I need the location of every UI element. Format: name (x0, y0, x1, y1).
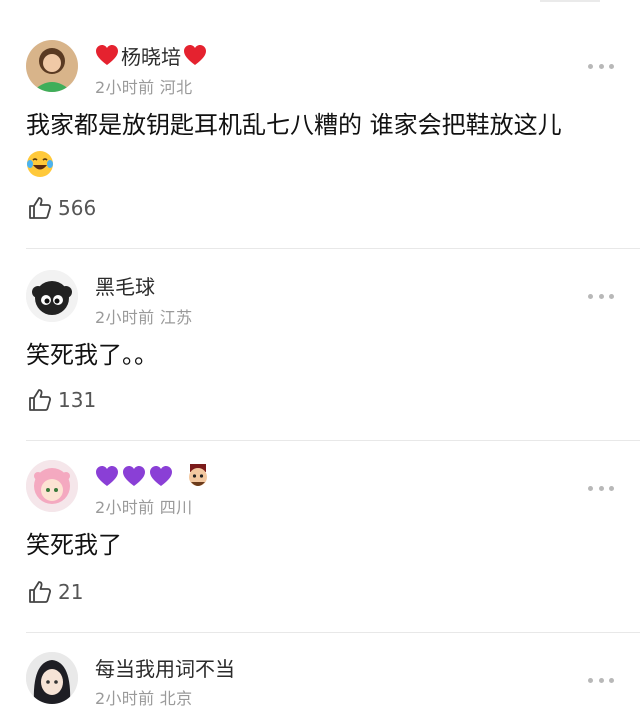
thumbs-up-icon (29, 581, 52, 603)
red-heart-icon (184, 45, 206, 65)
more-options-icon[interactable] (588, 292, 614, 300)
thumbs-up-icon (29, 389, 52, 411)
avatar[interactable] (26, 460, 78, 512)
thumbs-up-icon (29, 197, 52, 219)
comment-meta: 2小时前 北京 (95, 685, 192, 709)
like-count: 21 (58, 580, 84, 604)
like-count: 566 (58, 196, 97, 220)
location: 四川 (159, 498, 193, 517)
more-options-icon[interactable] (588, 62, 614, 70)
like-button[interactable]: 21 (28, 580, 83, 604)
username-row (95, 461, 212, 491)
more-options-icon[interactable] (588, 676, 614, 684)
comment-meta: 2小时前 河北 (95, 74, 192, 98)
location: 河北 (159, 78, 193, 97)
like-count: 131 (58, 388, 97, 412)
username-row: 黑毛球 (95, 270, 155, 300)
laughing-tears-emoji-icon (27, 151, 53, 177)
location: 北京 (159, 689, 193, 708)
comment-text: 笑死我了。。 (26, 341, 158, 369)
comment-text: 我家都是放钥匙耳机乱七八糟的 谁家会把鞋放这儿 (26, 106, 562, 182)
top-edge-line (540, 0, 600, 2)
timestamp: 2小时前 (95, 308, 155, 327)
timestamp: 2小时前 (95, 689, 155, 708)
avatar[interactable] (26, 270, 78, 322)
timestamp: 2小时前 (95, 498, 155, 517)
comment-text-line: 我家都是放钥匙耳机乱七八糟的 谁家会把鞋放这儿 (26, 111, 562, 139)
purple-heart-icon (96, 466, 118, 486)
purple-heart-icon (150, 466, 172, 486)
red-heart-icon (96, 45, 118, 65)
divider (26, 440, 640, 441)
username[interactable]: 每当我用词不当 (95, 653, 235, 682)
avatar[interactable] (26, 40, 78, 92)
divider (26, 632, 640, 633)
comment-meta: 2小时前 江苏 (95, 304, 192, 328)
comment-meta: 2小时前 四川 (95, 494, 192, 518)
avatar[interactable] (26, 652, 78, 704)
username[interactable]: 黑毛球 (95, 271, 155, 300)
timestamp: 2小时前 (95, 78, 155, 97)
more-options-icon[interactable] (588, 484, 614, 492)
purple-heart-icon (123, 466, 145, 486)
comment-text: 笑死我了 (26, 531, 122, 559)
like-button[interactable]: 131 (28, 388, 96, 412)
comment-emoji-line (26, 144, 562, 182)
location: 江苏 (159, 308, 193, 327)
like-button[interactable]: 566 (28, 196, 96, 220)
divider (26, 248, 640, 249)
username-row: 杨晓培 (95, 40, 207, 70)
cartoon-face-icon (189, 464, 207, 486)
username[interactable]: 杨晓培 (121, 41, 181, 70)
username-row: 每当我用词不当 (95, 652, 235, 682)
